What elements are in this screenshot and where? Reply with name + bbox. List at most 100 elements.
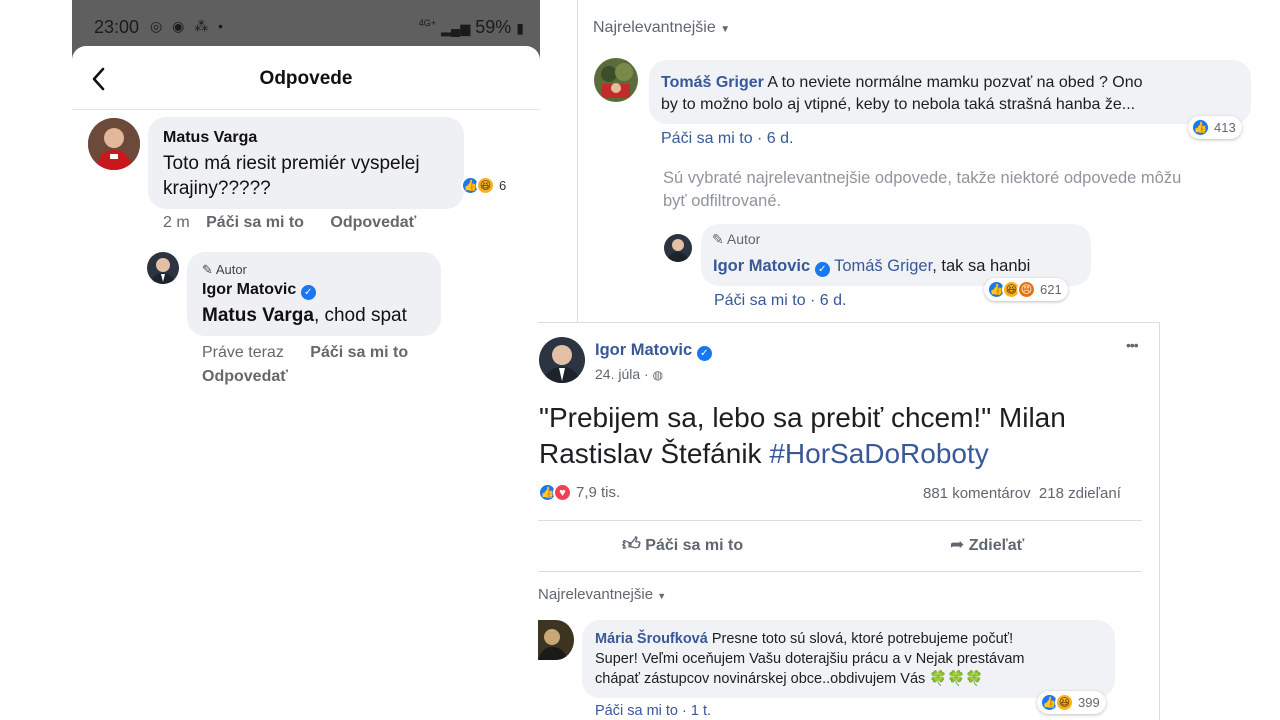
reply-text-body: , chod spat bbox=[313, 305, 407, 326]
like-button[interactable]: 👍︎ Páči sa mi to bbox=[622, 533, 743, 555]
reaction-count: 399 bbox=[1078, 695, 1100, 710]
avatar[interactable] bbox=[88, 118, 140, 170]
share-button-label: Zdieľať bbox=[968, 537, 1025, 554]
reply-time: Práve teraz bbox=[202, 344, 284, 361]
sheet-header: Odpovede bbox=[72, 46, 540, 110]
post-date-text: 24. júla · bbox=[595, 366, 649, 382]
battery-level: 59% bbox=[475, 17, 512, 37]
battery-icon: ▮ bbox=[516, 20, 524, 36]
comment-reactions[interactable]: 👍 😆 6 bbox=[461, 176, 506, 195]
comment-text: Mária Šroufková Presne toto sú slová, kt… bbox=[595, 629, 1110, 689]
pencil-icon: ✎ bbox=[202, 262, 213, 277]
filter-notice-line1: Sú vybraté najrelevantnejšie odpovede, t… bbox=[663, 169, 1182, 187]
comment-bubble: Matus Varga Toto má riesit premiér vyspe… bbox=[148, 117, 464, 209]
like-link[interactable]: Páči sa mi to bbox=[310, 344, 408, 361]
post-stats: 881 komentárov 218 zdieľaní bbox=[923, 485, 1121, 502]
comment-meta[interactable]: Páči sa mi to · 6 d. bbox=[661, 130, 794, 148]
reply-bubble: ✎ Autor Igor Matovic ✓ Matus Varga, chod… bbox=[187, 252, 441, 336]
reply-author[interactable]: Igor Matovic bbox=[713, 257, 810, 275]
comment-bubble: Tomáš Griger A to neviete normálne mamku… bbox=[649, 60, 1251, 124]
thumbs-up-icon: 👍︎ bbox=[622, 534, 641, 554]
comment-actions: 2 m Páči sa mi to Odpovedať bbox=[163, 214, 416, 232]
avatar[interactable] bbox=[594, 58, 638, 102]
globe-icon: ◍ bbox=[652, 368, 664, 382]
comment-text-line2: by to možno bolo aj vtipné, keby to nebo… bbox=[661, 96, 1136, 113]
comment-author[interactable]: Matus Varga bbox=[163, 129, 257, 147]
reply-text: Igor Matovic ✓ Tomáš Griger, tak sa hanb… bbox=[713, 257, 1030, 277]
post-author[interactable]: Igor Matovic ✓ bbox=[595, 341, 712, 361]
comment-reactions[interactable]: 👍 😆 399 bbox=[1037, 691, 1106, 714]
comment-text-line2: Super! Veľmi oceňujem Vašu doterajšiu pr… bbox=[595, 651, 1025, 667]
angry-reaction-icon: 😠 bbox=[1017, 280, 1036, 299]
notification-icons: ◎ ◉ ⁂ • bbox=[150, 18, 227, 34]
comment-text: Tomáš Griger A to neviete normálne mamku… bbox=[661, 72, 1246, 116]
post-date[interactable]: 24. júla · ◍ bbox=[595, 366, 663, 382]
comment-bubble: Mária Šroufková Presne toto sú slová, kt… bbox=[582, 620, 1115, 698]
comment-time: 2 m bbox=[163, 214, 190, 231]
post-more-button[interactable]: ••• bbox=[1126, 337, 1139, 353]
status-time: 23:00 bbox=[94, 17, 140, 37]
comments-count[interactable]: 881 komentárov bbox=[923, 485, 1031, 502]
reply-meta[interactable]: Páči sa mi to · 6 d. bbox=[714, 292, 847, 310]
like-reaction-icon: 👍 bbox=[1191, 118, 1210, 137]
reply-reactions[interactable]: 👍 😆 😠 621 bbox=[984, 278, 1068, 301]
comment-text-line1: Presne toto sú slová, ktoré potrebujeme … bbox=[711, 631, 1014, 647]
hashtag-link[interactable]: #HorSaDoRoboty bbox=[769, 438, 988, 469]
post-text: "Prebijem sa, lebo sa prebiť chcem!" Mil… bbox=[539, 400, 1139, 472]
sort-dropdown[interactable]: Najrelevantnejšie ▼ bbox=[538, 586, 666, 603]
avatar[interactable] bbox=[664, 234, 692, 262]
avatar[interactable] bbox=[538, 620, 574, 660]
verified-badge-icon: ✓ bbox=[696, 346, 712, 361]
network-icon: 4G+ bbox=[418, 18, 436, 28]
desktop-comments-screenshot: Najrelevantnejšie ▼ Tomáš Griger A to ne… bbox=[577, 0, 1280, 322]
comment-meta[interactable]: Páči sa mi to · 1 t. bbox=[595, 703, 711, 719]
filter-notice: Sú vybraté najrelevantnejšie odpovede, t… bbox=[663, 167, 1181, 213]
signal-icon: ▂▄▆ bbox=[441, 21, 471, 36]
caret-down-icon: ▼ bbox=[657, 591, 667, 601]
filter-notice-line2: byť odfiltrované. bbox=[663, 192, 782, 210]
comment-text-line1: A to neviete normálne mamku pozvať na ob… bbox=[767, 74, 1143, 91]
reply-actions: Práve teraz Páči sa mi to Odpovedať bbox=[202, 341, 462, 389]
caret-down-icon: ▼ bbox=[720, 24, 731, 35]
avatar[interactable] bbox=[147, 252, 179, 284]
verified-badge-icon: ✓ bbox=[814, 262, 830, 277]
reaction-count: 6 bbox=[499, 178, 507, 193]
author-badge-label: Autor bbox=[726, 231, 761, 247]
mention[interactable]: Tomáš Griger bbox=[834, 257, 932, 275]
love-reaction-icon: ♥ bbox=[553, 483, 572, 502]
share-button[interactable]: ➦ Zdieľať bbox=[950, 535, 1024, 555]
author-badge: ✎ Autor bbox=[712, 231, 760, 248]
pencil-icon: ✎ bbox=[712, 231, 724, 247]
divider bbox=[538, 520, 1142, 521]
comment-author[interactable]: Tomáš Griger bbox=[661, 74, 764, 91]
like-link[interactable]: Páči sa mi to bbox=[206, 214, 304, 231]
haha-reaction-icon: 😆 bbox=[476, 176, 495, 195]
avatar[interactable] bbox=[539, 337, 585, 383]
shares-count[interactable]: 218 zdieľaní bbox=[1039, 485, 1121, 502]
author-badge: ✎ Autor bbox=[202, 262, 247, 278]
mention[interactable]: Matus Varga bbox=[202, 305, 314, 326]
reaction-count: 621 bbox=[1040, 282, 1062, 297]
author-badge-label: Autor bbox=[215, 262, 247, 277]
comment-text: Toto má riesit premiér vyspelej krajiny?… bbox=[163, 153, 420, 199]
reply-author[interactable]: Igor Matovic ✓ bbox=[202, 281, 316, 300]
reply-author-name: Igor Matovic bbox=[202, 281, 297, 298]
reply-bubble: ✎ Autor Igor Matovic ✓ Tomáš Griger, tak… bbox=[701, 224, 1091, 286]
status-right: 4G+ ▂▄▆ 59% ▮ bbox=[419, 17, 524, 38]
post-reactions[interactable]: 👍 ♥ 7,9 tis. bbox=[538, 483, 620, 502]
reaction-count: 413 bbox=[1214, 120, 1236, 135]
comment-text-line3: chápať zástupcov novinárskej obce..obdiv… bbox=[595, 671, 926, 687]
post-text-line2: Rastislav Štefánik bbox=[539, 438, 770, 469]
reply-link[interactable]: Odpovedať bbox=[330, 214, 416, 231]
like-button-label: Páči sa mi to bbox=[645, 537, 744, 554]
sort-dropdown[interactable]: Najrelevantnejšie ▼ bbox=[593, 19, 730, 37]
reply-text-body: , tak sa hanbi bbox=[932, 257, 1031, 275]
comment-reactions[interactable]: 👍 413 bbox=[1188, 116, 1242, 139]
reply-link[interactable]: Odpovedať bbox=[202, 368, 288, 385]
reactions-count: 7,9 tis. bbox=[576, 484, 621, 501]
page-title: Odpovede bbox=[259, 68, 353, 89]
verified-badge-icon: ✓ bbox=[300, 285, 316, 300]
comment-author[interactable]: Mária Šroufková bbox=[595, 631, 708, 647]
sort-label: Najrelevantnejšie bbox=[593, 19, 716, 36]
reply-text: Matus Varga, chod spat bbox=[202, 305, 407, 327]
